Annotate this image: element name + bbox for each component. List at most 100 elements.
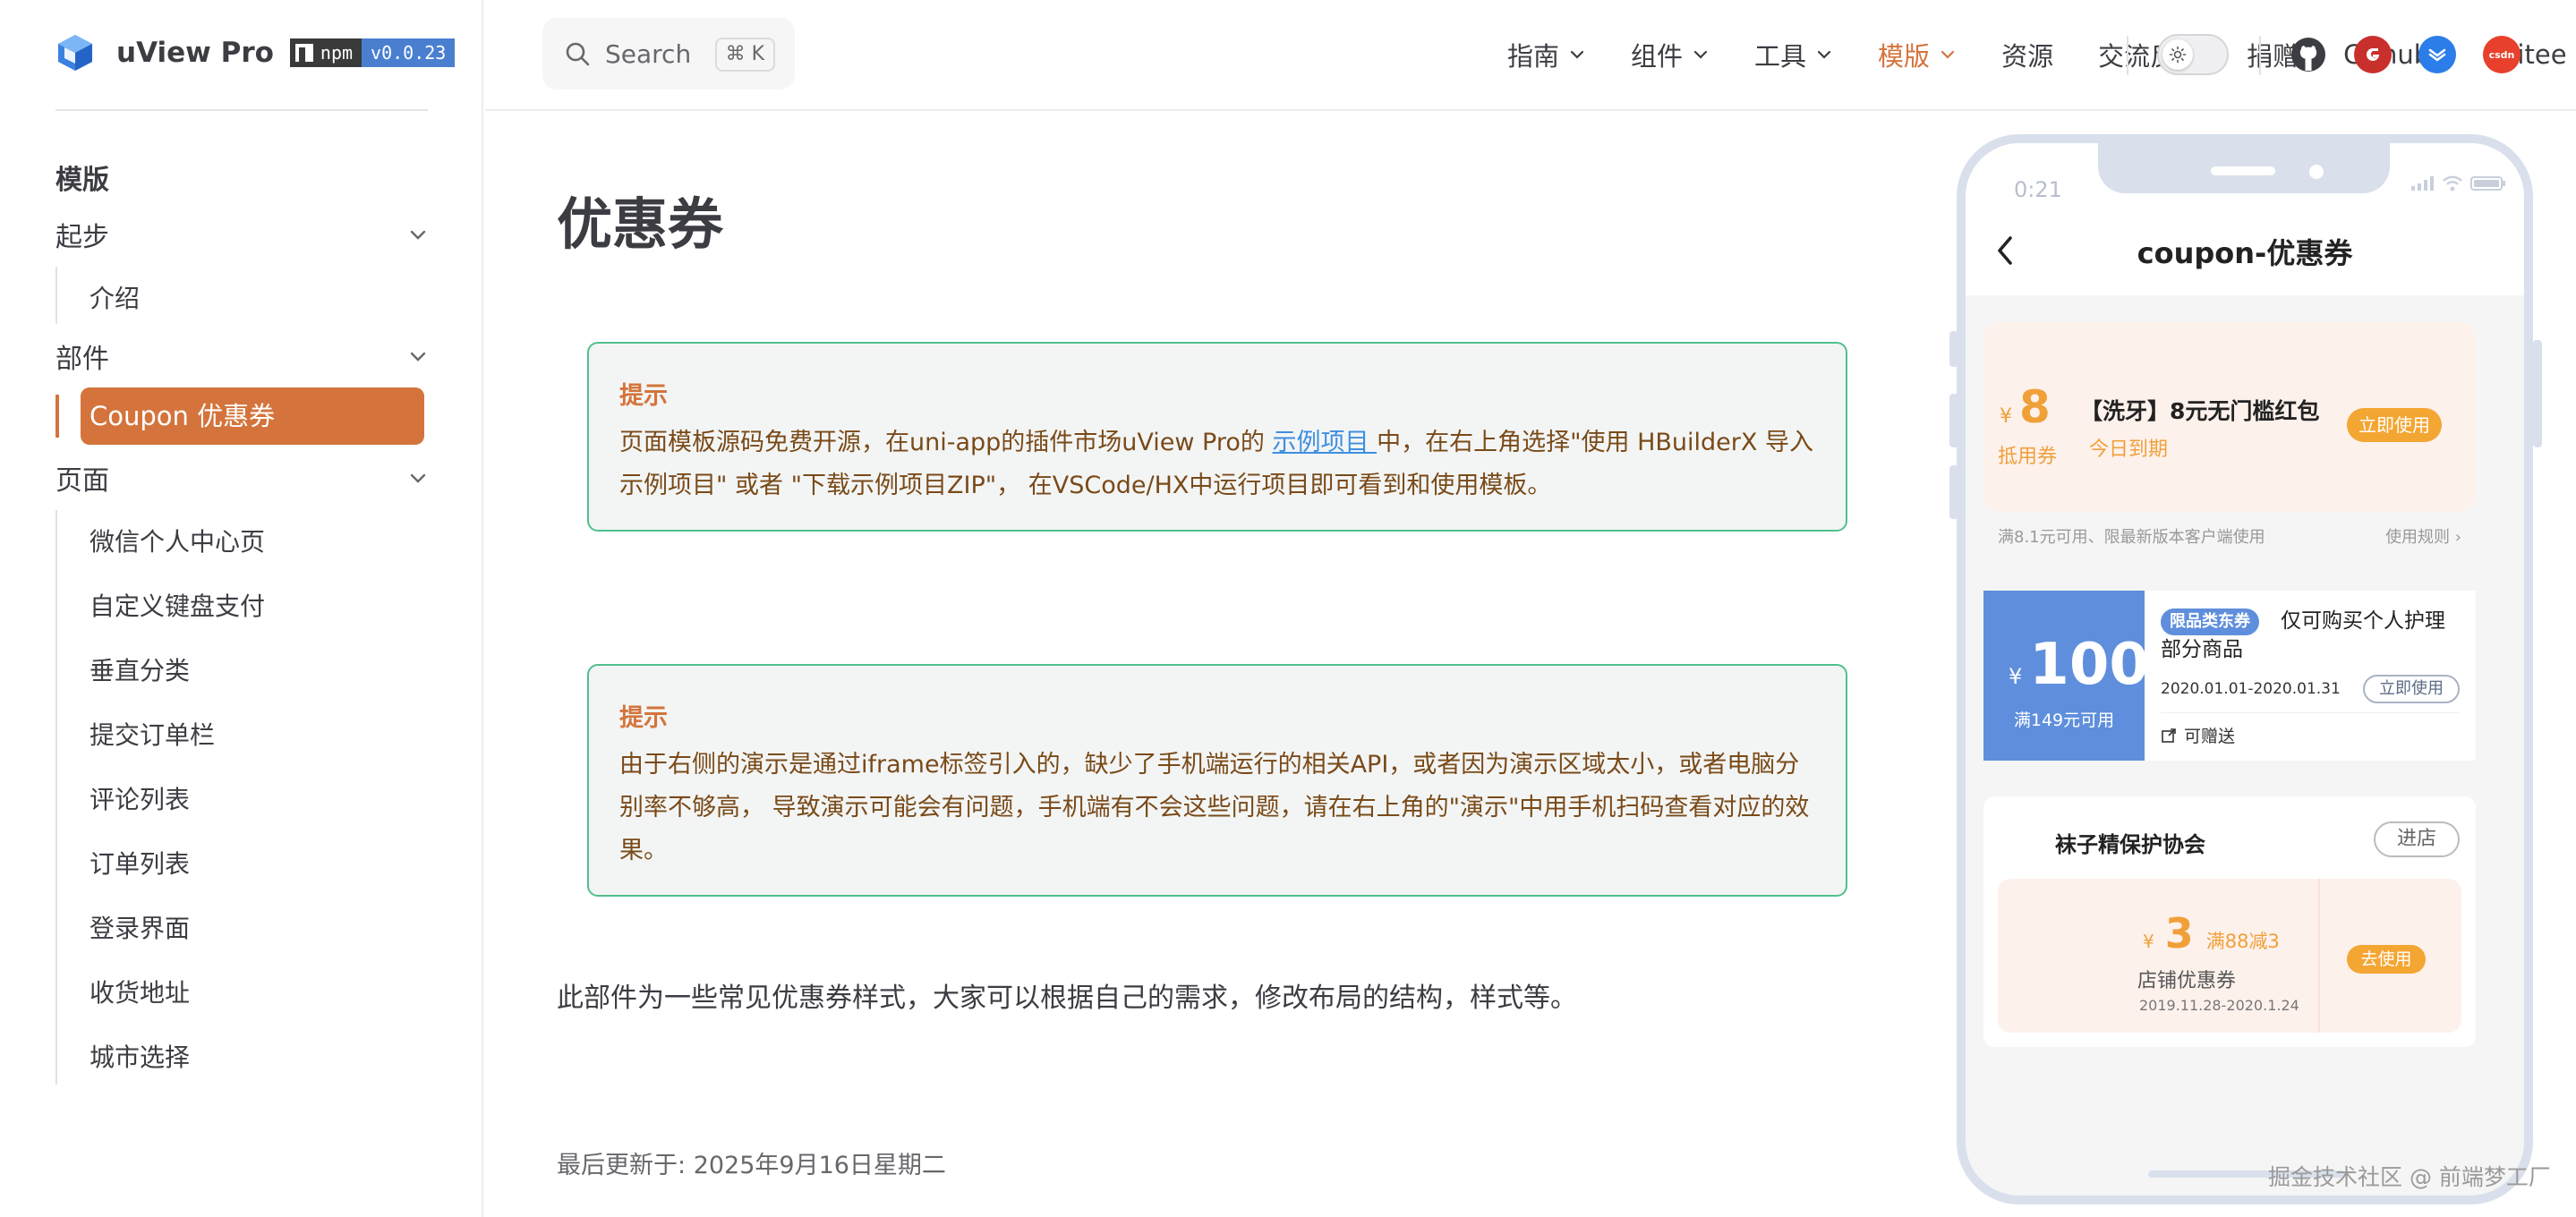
tip-body: 由于右侧的演示是通过iframe标签引入的，缺少了手机端运行的相关API，或者因… (619, 751, 1810, 864)
tree-line (55, 267, 57, 324)
tip-box-source: 提示 页面模板源码免费开源，在uni-app的插件市场uView Pro的 示例… (587, 342, 1847, 532)
last-updated-date: 2025年9月16日星期二 (693, 1152, 946, 1179)
use-now-button[interactable]: 立即使用 (2363, 675, 2460, 703)
theme-toggle[interactable] (2157, 34, 2229, 75)
description-paragraph: 此部件为一些常见优惠券样式，大家可以根据自己的需求，修改布局的结构，样式等。 (557, 983, 1577, 1014)
coupon-expire: 今日到期 (2089, 438, 2169, 461)
chevron-down-icon (1570, 50, 1584, 59)
sidebar-item-order-list[interactable]: 订单列表 (90, 845, 190, 881)
coupon-currency: ¥ (2000, 405, 2012, 428)
sidebar: uView Pro npm v0.0.23 模版 起步 介绍 部件 Coupon… (0, 0, 483, 1217)
phone-preview[interactable]: 0:21 coupon-优惠券 ¥ 8 抵用券 【洗牙】8元无门槛红包 今日到期… (1957, 134, 2533, 1204)
coupon-tag: 限品类东券 (2161, 608, 2259, 635)
sidebar-item-intro[interactable]: 介绍 (90, 279, 140, 315)
coupon-footer: 满8.1元可用、限最新版本客户端使用 使用规则 › (1983, 524, 2476, 548)
coupon-date: 2020.01.01-2020.01.31 (2161, 680, 2341, 698)
sidebar-item-coupon[interactable]: Coupon 优惠券 (81, 387, 424, 445)
sun-icon (2169, 46, 2187, 64)
coupon-note: 满8.1元可用、限最新版本客户端使用 (1998, 528, 2265, 547)
coupon-name: 【洗牙】8元无门槛红包 (2080, 398, 2320, 424)
chevron-down-icon (1941, 50, 1955, 59)
dcloud-icon[interactable] (2418, 36, 2456, 73)
chevron-down-icon (410, 352, 426, 362)
menu-item-templates[interactable]: 模版 (1878, 36, 1957, 73)
active-indicator (55, 395, 59, 438)
tip-body: 页面模板源码免费开源，在uni-app的插件市场uView Pro的 示例项目 … (619, 429, 1813, 499)
use-coupon-button[interactable]: 去使用 (2347, 945, 2426, 974)
search-button[interactable]: Search ⌘ K (542, 18, 795, 89)
sidebar-item-submit-order[interactable]: 提交订单栏 (90, 716, 215, 752)
shop-name: 袜子精保护协会 (2055, 832, 2205, 857)
share-icon (2162, 728, 2176, 743)
menu-item-components[interactable]: 组件 (1631, 36, 1710, 73)
watermark: 掘金技术社区 @ 前端梦工厂 (2268, 1164, 2551, 1190)
phone-button (2533, 340, 2542, 447)
npm-label: npm (320, 42, 354, 64)
coupon-currency: ¥ (2143, 931, 2154, 952)
divider (2161, 712, 2460, 713)
chevron-down-icon (1817, 50, 1831, 59)
csdn-label: csdn (2488, 48, 2515, 61)
signal-icon (2411, 176, 2434, 191)
coupon-amount: 3 (2164, 909, 2194, 957)
npm-version-badge[interactable]: npm v0.0.23 (289, 38, 456, 67)
chevron-down-icon (410, 473, 426, 483)
tip-title: 提示 (619, 704, 668, 732)
chevron-down-icon (410, 230, 426, 240)
sidebar-group-label: 页面 (55, 465, 109, 497)
last-updated: 最后更新于: 2025年9月16日星期二 (557, 1152, 946, 1179)
sidebar-item-login[interactable]: 登录界面 (90, 909, 190, 945)
divider (2318, 879, 2320, 1033)
sidebar-item-wechat-profile[interactable]: 微信个人中心页 (90, 523, 265, 558)
sidebar-item-comment-list[interactable]: 评论列表 (90, 780, 190, 816)
npm-icon (294, 44, 313, 62)
tip-box-iframe: 提示 由于右侧的演示是通过iframe标签引入的，缺少了手机端运行的相关API，… (587, 664, 1847, 897)
brand[interactable]: uView Pro npm v0.0.23 (55, 30, 456, 75)
battery-icon (2470, 176, 2505, 191)
github-icon[interactable] (2290, 36, 2327, 73)
coupon-condition: 满88减3 (2205, 931, 2280, 952)
giftable-label: 可赠送 (2161, 723, 2235, 747)
sidebar-group-label: 部件 (55, 344, 109, 375)
coupon-currency: ¥ (2009, 664, 2023, 689)
coupon-label: 抵用券 (1998, 446, 2058, 468)
enter-shop-button[interactable]: 进店 (2374, 821, 2460, 857)
divider (2259, 36, 2261, 75)
main-menu: 指南 组件 工具 模版 资源 交流反馈 捐赠 Github ↗ Gitee ↗ (1507, 0, 2576, 109)
npm-version: v0.0.23 (362, 38, 456, 67)
menu-item-tools[interactable]: 工具 (1754, 36, 1833, 73)
sidebar-item-city-select[interactable]: 城市选择 (90, 1038, 190, 1074)
coupon-type: 店铺优惠券 (2137, 970, 2237, 992)
coupon-card-shop: 袜子精保护协会 进店 ¥ 3 满88减3 店铺优惠券 2019.11.28-20… (1983, 796, 2476, 1047)
sidebar-item-address[interactable]: 收货地址 (90, 974, 190, 1009)
use-now-button[interactable]: 立即使用 (2347, 408, 2442, 442)
coupon-amount: 8 (2019, 381, 2051, 433)
gitee-icon[interactable] (2354, 36, 2392, 73)
search-shortcut: ⌘ K (714, 38, 775, 72)
chevron-right-icon: › (2454, 528, 2461, 547)
coupon-card-red-packet: ¥ 8 抵用券 【洗牙】8元无门槛红包 今日到期 立即使用 (1983, 322, 2476, 512)
divider (2127, 36, 2128, 75)
sidebar-group-widgets[interactable]: 部件 (55, 336, 428, 376)
sidebar-group-pages[interactable]: 页面 (55, 458, 428, 498)
shop-coupon-ticket: ¥ 3 满88减3 店铺优惠券 2019.11.28-2020.1.24 去使用 (1998, 879, 2461, 1033)
usage-rules-link[interactable]: 使用规则 › (2385, 524, 2461, 548)
brand-name: uView Pro (116, 37, 274, 69)
page-title: 优惠券 (557, 191, 724, 257)
coupon-date: 2019.11.28-2020.1.24 (2139, 997, 2299, 1014)
menu-item-guide[interactable]: 指南 (1507, 36, 1586, 73)
sidebar-section-title: 模版 (55, 165, 109, 196)
sidebar-group-getting-started[interactable]: 起步 (55, 215, 428, 254)
coupon-value-panel: ¥ 100 满149元可用 (1983, 591, 2149, 761)
example-project-link[interactable]: 示例项目 (1272, 429, 1377, 456)
menu-item-resources[interactable]: 资源 (2001, 36, 2053, 73)
search-icon (566, 42, 590, 66)
tree-line (55, 510, 57, 1085)
sidebar-item-vertical-category[interactable]: 垂直分类 (90, 651, 190, 687)
tip-title: 提示 (619, 382, 668, 410)
chevron-down-icon (1693, 50, 1708, 59)
phone-notch (2098, 143, 2390, 193)
sidebar-item-custom-keyboard[interactable]: 自定义键盘支付 (90, 587, 265, 623)
csdn-icon[interactable]: csdn (2483, 36, 2521, 73)
top-navbar: Search ⌘ K 指南 组件 工具 模版 资源 交流反馈 捐赠 Github… (485, 0, 2576, 111)
